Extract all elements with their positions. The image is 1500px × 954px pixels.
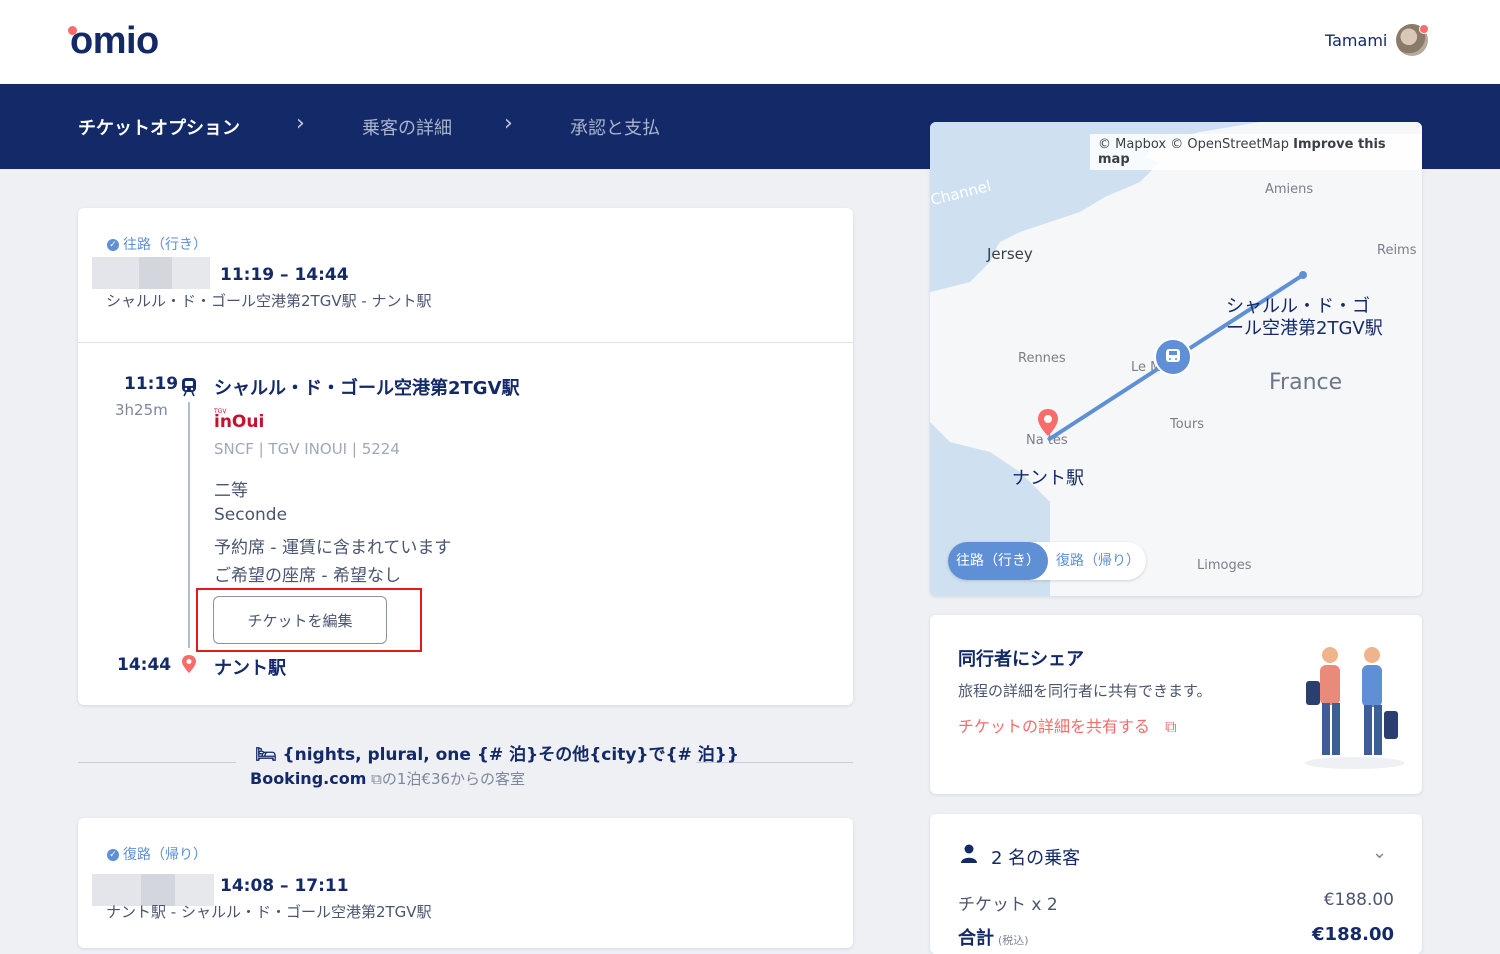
- toggle-return[interactable]: 復路（帰り）: [1052, 542, 1144, 580]
- chevron-right-icon: ›: [296, 111, 305, 136]
- fare-name: Seconde: [214, 505, 288, 525]
- redacted-logo: [92, 257, 210, 289]
- toggle-outbound[interactable]: 往路（行き）: [948, 542, 1048, 580]
- check-icon: ✓: [107, 239, 119, 251]
- tgv-inoui-logo: TGV inOui: [214, 408, 265, 432]
- divider: [78, 762, 236, 763]
- person-icon: [960, 844, 978, 864]
- route-map[interactable]: © Mapbox © OpenStreetMap Improve this ma…: [930, 122, 1422, 596]
- map-label-destination-station: ナント駅: [1012, 468, 1084, 489]
- return-journey-card[interactable]: ✓ 復路（帰り） 14:08 – 17:11 ナント駅 - シャルル・ド・ゴール空…: [78, 818, 853, 948]
- outbound-route: シャルル・ド・ゴール空港第2TGV駅 - ナント駅: [106, 292, 432, 310]
- top-header: omio Tamami: [0, 0, 1500, 84]
- price-summary-card: 2 名の乗客 ⌄ チケット x 2 €188.00 合計 (税込) €188.00: [930, 814, 1422, 954]
- train-icon: [179, 376, 199, 398]
- share-card: 同行者にシェア 旅程の詳細を同行者に共有できます。: [930, 615, 1422, 794]
- depart-station: シャルル・ド・ゴール空港第2TGV駅: [214, 378, 520, 399]
- omio-logo[interactable]: omio: [68, 20, 159, 63]
- return-times: 14:08 – 17:11: [220, 876, 349, 896]
- copy-icon: ⧉: [1165, 717, 1177, 736]
- total-label: 合計 (税込): [958, 928, 1029, 949]
- booking-com-logo: Booking.com: [250, 769, 367, 788]
- direction-toggle[interactable]: 往路（行き） 復路（帰り）: [948, 542, 1146, 580]
- map-label-origin-station: シャルル・ド・ゴ ール空港第2TGV駅: [1226, 296, 1383, 339]
- fare-reservation: 予約席 - 運賃に含まれています: [214, 538, 452, 558]
- hotel-promo-offer[interactable]: Booking.com ⧉の1泊€36からの客室: [250, 768, 525, 789]
- outbound-direction: ✓ 往路（行き）: [107, 234, 207, 254]
- outbound-times: 11:19 – 14:44: [220, 265, 349, 285]
- total-price: €188.00: [1312, 924, 1394, 945]
- step-ticket-options[interactable]: チケットオプション: [78, 114, 240, 140]
- highlight-box: [196, 588, 422, 652]
- fare-class: 二等: [214, 481, 248, 501]
- arrive-station: ナント駅: [214, 658, 286, 679]
- operator-info: SNCF | TGV INOUI | 5224: [214, 440, 400, 458]
- return-route: ナント駅 - シャルル・ド・ゴール空港第2TGV駅: [106, 903, 432, 921]
- chevron-right-icon: ›: [504, 111, 513, 136]
- bed-icon: 🛏: [255, 745, 277, 765]
- step-passenger-details[interactable]: 乗客の詳細: [362, 114, 452, 140]
- travellers-illustration: [1305, 647, 1405, 769]
- return-direction: ✓ 復路（帰り）: [107, 844, 207, 864]
- logo-dot: [68, 26, 77, 35]
- divider: [78, 342, 853, 343]
- user-name[interactable]: Tamami: [1325, 31, 1387, 50]
- external-link-icon: ⧉: [371, 770, 382, 788]
- location-pin-icon: [180, 654, 198, 674]
- hotel-promo-headline[interactable]: 🛏 {nights, plural, one {# 泊}その他{city}で{#…: [255, 740, 739, 765]
- check-icon: ✓: [107, 849, 119, 861]
- share-ticket-details-link[interactable]: チケットの詳細を共有する ⧉: [958, 713, 1177, 737]
- duration: 3h25m: [115, 401, 168, 419]
- chevron-down-icon[interactable]: ⌄: [1372, 842, 1387, 863]
- fare-seat-preference: ご希望の座席 - 希望なし: [214, 566, 401, 586]
- timeline-line: [188, 402, 190, 648]
- ticket-price: €188.00: [1323, 890, 1394, 910]
- step-confirm-pay[interactable]: 承認と支払: [570, 114, 660, 140]
- notification-dot: [1419, 24, 1429, 34]
- share-description: 旅程の詳細を同行者に共有できます。: [958, 682, 1212, 700]
- depart-time: 11:19: [124, 374, 179, 394]
- destination-pin-icon: [1036, 408, 1060, 438]
- arrive-time: 14:44: [117, 655, 172, 675]
- ticket-label: チケット x 2: [958, 895, 1058, 915]
- passenger-count: 2 名の乗客: [991, 848, 1081, 869]
- logo-text: omio: [70, 20, 159, 62]
- train-marker-icon: [1154, 338, 1192, 376]
- outbound-journey-card: ✓ 往路（行き） 11:19 – 14:44 シャルル・ド・ゴール空港第2TGV駅…: [78, 208, 853, 705]
- share-title: 同行者にシェア: [958, 649, 1084, 670]
